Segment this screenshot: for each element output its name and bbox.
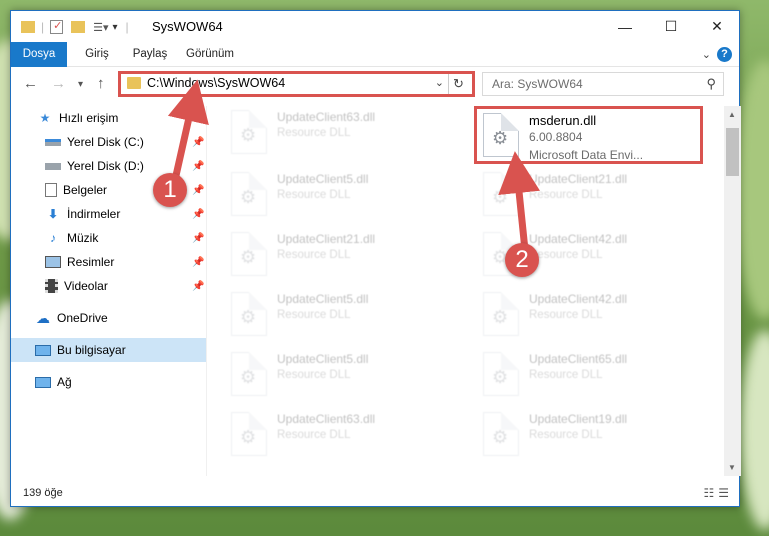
step-badge-1: 1: [153, 173, 187, 207]
annotation-arrows: [167, 79, 541, 251]
arrow-1: [167, 79, 209, 181]
arrow-2: [498, 151, 541, 251]
step-badge-2: 2: [505, 243, 539, 277]
